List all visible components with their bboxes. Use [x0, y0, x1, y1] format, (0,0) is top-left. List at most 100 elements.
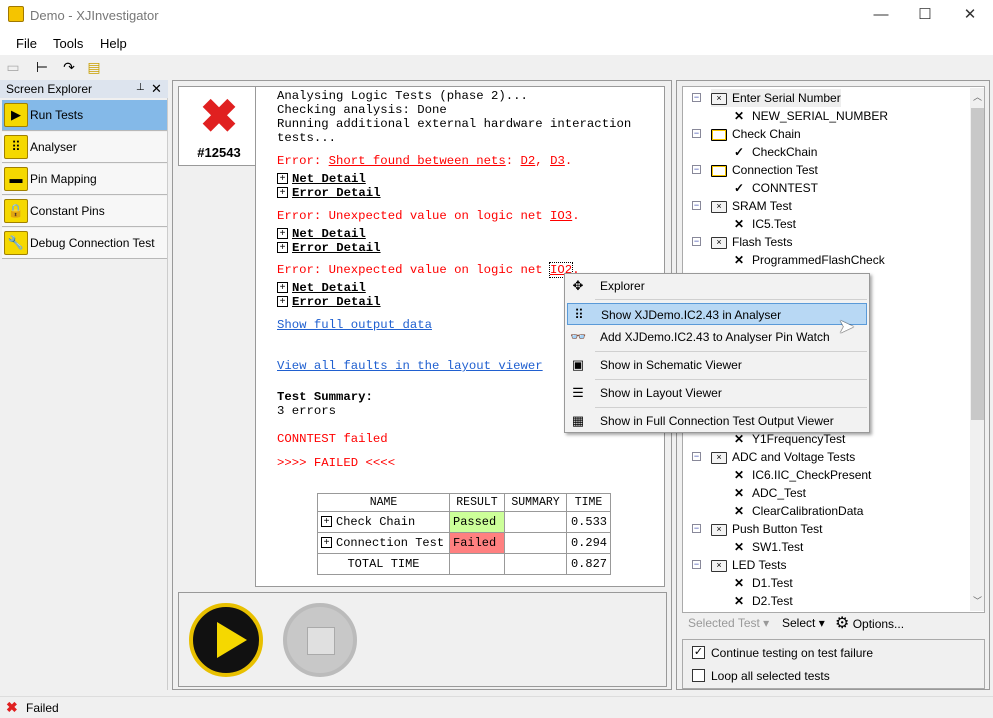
error-detail-expander[interactable]: + Error Detail	[277, 295, 381, 309]
context-menu-item[interactable]: ✥ Explorer	[567, 275, 867, 297]
net-link-d3[interactable]: D3	[550, 154, 565, 168]
tree-item[interactable]: ✓ CONNTEST	[731, 179, 818, 197]
collapse-icon[interactable]: −	[692, 452, 701, 461]
context-menu-item[interactable]: ▣ Show in Schematic Viewer	[567, 354, 867, 376]
collapse-icon[interactable]: −	[692, 129, 701, 138]
tree-item[interactable]: ✓ CheckChain	[731, 143, 817, 161]
expand-icon[interactable]: +	[277, 228, 288, 240]
tree-item[interactable]: ✕ D1.Test	[731, 574, 793, 592]
tree-label: Push Button Test	[732, 522, 823, 536]
tree-group[interactable]: − × LED Tests	[692, 556, 786, 574]
tree-view-icon[interactable]: ⊢	[33, 59, 51, 77]
sidebar-item-analyser[interactable]: ⠿ Analyser	[2, 132, 167, 163]
error-detail-label[interactable]: Error Detail	[292, 295, 381, 309]
printer-icon[interactable]: ▤	[85, 59, 103, 77]
tree-item[interactable]: ✕ NEW_SERIAL_NUMBER	[731, 107, 888, 125]
collapse-icon[interactable]: −	[692, 93, 701, 102]
view-faults-layout-link[interactable]: View all faults in the layout viewer	[277, 359, 543, 373]
selected-test-dropdown[interactable]: Selected Test ▾	[688, 616, 769, 630]
sidebar-item-debug-connection-test[interactable]: 🔧 Debug Connection Test	[2, 228, 167, 259]
collapse-icon[interactable]: −	[692, 524, 701, 533]
tree-item[interactable]: ✕ ProgrammedFlashCheck	[731, 251, 885, 269]
loop-checkbox[interactable]	[692, 669, 705, 682]
net-detail-label[interactable]: Net Detail	[292, 281, 366, 295]
select-dropdown[interactable]: Select ▾	[782, 616, 825, 630]
error-detail-expander[interactable]: + Error Detail	[277, 241, 381, 255]
check-icon: ✓	[733, 145, 745, 159]
collapse-icon[interactable]: −	[692, 165, 701, 174]
menu-file[interactable]: File	[16, 36, 37, 51]
close-button[interactable]: ✕	[955, 4, 985, 26]
options-button[interactable]: ⚙ Options...	[835, 613, 904, 633]
stop-button[interactable]	[283, 603, 357, 677]
sidebar-item-run-tests[interactable]: ▶ Run Tests	[2, 100, 167, 131]
tree-group[interactable]: − Connection Test	[692, 161, 818, 179]
scroll-up-icon[interactable]: ︿	[973, 90, 982, 103]
error-link[interactable]: Short found between nets	[329, 154, 506, 168]
net-link-d2[interactable]: D2	[521, 154, 536, 168]
fail-x-icon: ✕	[733, 109, 745, 123]
close-panel-icon[interactable]: ✕	[151, 81, 162, 97]
tree-label: D1.Test	[752, 576, 793, 590]
tree-item[interactable]: ✕ SW1.Test	[731, 538, 803, 556]
menu-item-icon: ▣	[571, 357, 585, 372]
collapse-icon[interactable]: −	[692, 201, 701, 210]
sidebar-item-pin-mapping[interactable]: ▬ Pin Mapping	[2, 164, 167, 195]
expand-icon[interactable]: +	[321, 537, 332, 549]
scroll-thumb[interactable]	[971, 108, 984, 420]
scroll-down-icon[interactable]: ﹀	[973, 594, 982, 607]
net-link-io3[interactable]: IO3	[550, 209, 572, 223]
tree-label: CheckChain	[752, 145, 818, 159]
tree-group[interactable]: − Check Chain	[692, 125, 801, 143]
net-detail-label[interactable]: Net Detail	[280, 172, 366, 186]
net-detail-expander[interactable]: + Net Detail	[277, 281, 366, 295]
tree-group[interactable]: − × Enter Serial Number	[692, 89, 841, 107]
table-total-row: TOTAL TIME 0.827	[317, 553, 611, 575]
expand-icon[interactable]: +	[277, 242, 288, 254]
sidebar-item-label: Analyser	[30, 140, 77, 154]
tree-item[interactable]: ✕ IC5.Test	[731, 215, 796, 233]
collapse-icon[interactable]: −	[692, 237, 701, 246]
menu-tools[interactable]: Tools	[53, 36, 83, 51]
context-menu-item[interactable]: 👓 Add XJDemo.IC2.43 to Analyser Pin Watch	[567, 326, 867, 348]
error-detail-label[interactable]: Error Detail	[292, 241, 381, 255]
expand-icon[interactable]: +	[277, 282, 288, 294]
tree-item[interactable]: ✕ ADC_Test	[731, 484, 806, 502]
menu-item-label: Explorer	[600, 279, 645, 293]
expand-icon[interactable]: +	[277, 296, 288, 308]
net-detail-label[interactable]: Net Detail	[292, 227, 366, 241]
expand-icon[interactable]: +	[277, 187, 288, 199]
show-full-output-link[interactable]: Show full output data	[277, 318, 432, 332]
tree-label: NEW_SERIAL_NUMBER	[752, 109, 889, 123]
tree-group[interactable]: − × Flash Tests	[692, 233, 792, 251]
tree-scrollbar[interactable]: ︿ ﹀	[970, 88, 984, 611]
sep: .	[564, 154, 573, 168]
sidebar-item-constant-pins[interactable]: 🔒 Constant Pins	[2, 196, 167, 227]
continue-checkbox[interactable]: ✓	[692, 646, 705, 659]
expand-icon[interactable]: +	[321, 516, 332, 528]
row-name[interactable]: + Check Chain	[317, 511, 450, 533]
pin-icon[interactable]: ⊥	[136, 82, 145, 93]
tree-item[interactable]: ✕ ClearCalibrationData	[731, 502, 863, 520]
redo-arrow-icon[interactable]: ↷	[60, 59, 78, 77]
tree-item[interactable]: ✕ IC6.IIC_CheckPresent	[731, 466, 871, 484]
tree-group[interactable]: − × Push Button Test	[692, 520, 823, 538]
minimize-button[interactable]: —	[866, 4, 896, 26]
run-button[interactable]	[189, 603, 263, 677]
window-layout-icon[interactable]: ▭	[4, 59, 22, 77]
collapse-icon[interactable]: −	[692, 560, 701, 569]
net-detail-expander[interactable]: + Net Detail	[277, 227, 366, 241]
tree-toolbar: Selected Test ▾ Select ▾ ⚙ Options...	[682, 613, 985, 635]
tree-item[interactable]: ✕ D2.Test	[731, 592, 793, 610]
error-detail-label[interactable]: Error Detail	[292, 186, 381, 200]
tree-group[interactable]: − × ADC and Voltage Tests	[692, 448, 855, 466]
maximize-button[interactable]: ☐	[910, 4, 940, 26]
row-name[interactable]: + Connection Test	[317, 532, 450, 554]
net-detail-expander[interactable]: + Net Detail	[277, 172, 366, 186]
error-detail-expander[interactable]: + Error Detail	[277, 186, 381, 200]
context-menu-item[interactable]: ☰ Show in Layout Viewer	[567, 382, 867, 404]
menu-help[interactable]: Help	[100, 36, 127, 51]
context-menu-item[interactable]: ⠿ Show XJDemo.IC2.43 in Analyser	[567, 303, 867, 325]
context-menu-item[interactable]: ▦ Show in Full Connection Test Output Vie…	[567, 410, 867, 432]
tree-group[interactable]: − × SRAM Test	[692, 197, 792, 215]
